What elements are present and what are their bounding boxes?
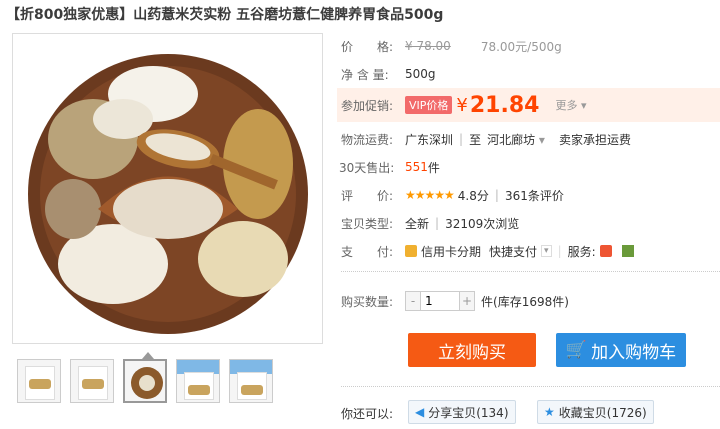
rating-row: 评 价: ★★★★★ 4.8分 | 361条评价 <box>341 185 564 205</box>
thumbnail-1[interactable] <box>17 359 61 403</box>
chevron-down-icon: ▾ <box>580 99 587 112</box>
decrease-button[interactable]: - <box>406 292 420 310</box>
sales-unit: 件 <box>427 160 440 175</box>
product-main-image[interactable] <box>12 33 323 344</box>
price-row: 价 格: ¥ 78.00 78.00元/500g <box>341 36 562 56</box>
quantity-label: 购买数量: <box>341 294 394 309</box>
favorite-button[interactable]: ★ 收藏宝贝(1726) <box>537 400 654 424</box>
quantity-unit: 件 <box>481 294 494 309</box>
sales-count: 551 <box>405 160 428 174</box>
shipping-destination-select[interactable]: 河北廊坊 ▾ <box>487 131 545 148</box>
thumbnail-3-selected[interactable] <box>123 359 167 403</box>
stock-count: (库存1698件) <box>493 294 569 309</box>
product-title: 【折800独家优惠】山药薏米芡实粉 五谷磨坊薏仁健脾养胃食品500g <box>6 7 444 23</box>
divider <box>341 271 720 272</box>
thumbnail-4[interactable] <box>176 359 220 403</box>
net-weight-value: 500g <box>405 67 436 81</box>
payment-row: 支 付: 信用卡分期 快捷支付 ▾ | 服务: <box>341 241 638 261</box>
item-condition: 全新 <box>405 216 430 231</box>
quantity-stepper[interactable]: - + <box>405 291 475 311</box>
promo-row: 参加促销: VIP价格 ¥ 21.84 更多 ▾ <box>341 92 586 118</box>
promo-currency: ¥ <box>456 94 468 116</box>
divider <box>341 386 720 387</box>
chevron-down-icon: ▾ <box>538 132 545 147</box>
price-label: 价 格: <box>341 39 394 54</box>
rating-label: 评 价: <box>341 188 394 203</box>
thumbnail-2[interactable] <box>70 359 114 403</box>
original-price: ¥ 78.00 <box>405 39 451 53</box>
more-promos-link[interactable]: 更多 ▾ <box>555 97 586 113</box>
promo-label: 参加促销: <box>341 98 394 113</box>
reviews-link[interactable]: 361条评价 <box>505 187 564 204</box>
thumbnail-5[interactable] <box>229 359 273 403</box>
item-type-label: 宝贝类型: <box>341 216 394 231</box>
net-weight-label: 净 含 量: <box>341 67 389 82</box>
credit-card-icon <box>405 245 417 257</box>
shipping-label: 物流运费: <box>341 132 394 147</box>
sales-row: 30天售出: 551 件 <box>339 157 440 177</box>
rating-stars: ★★★★★ <box>405 188 455 202</box>
share-button[interactable]: ◀ 分享宝贝(134) <box>408 400 516 424</box>
guarantee-7day-icon[interactable] <box>599 245 612 257</box>
star-icon: ★ <box>544 405 555 419</box>
shipping-to-prefix: 至 <box>469 132 482 147</box>
separator: | <box>459 132 464 146</box>
thumbnail-selected-indicator <box>142 352 154 359</box>
fast-pay-link[interactable]: 快捷支付 <box>489 243 537 260</box>
unit-price: 78.00元/500g <box>480 39 562 54</box>
shipping-fee: 卖家承担运费 <box>558 132 631 147</box>
quantity-input[interactable] <box>420 292 460 310</box>
credit-installment-link[interactable]: 信用卡分期 <box>421 243 481 260</box>
product-photo <box>13 34 322 343</box>
separator: | <box>557 244 562 258</box>
shipping-row: 物流运费: 广东深圳 | 至 河北廊坊 ▾ 卖家承担运费 <box>341 129 631 149</box>
net-weight-row: 净 含 量: 500g <box>341 64 436 84</box>
separator: | <box>435 216 440 230</box>
payment-label: 支 付: <box>341 244 394 259</box>
add-to-cart-button[interactable]: 🛒 加入购物车 <box>556 333 686 367</box>
item-type-row: 宝贝类型: 全新 | 32109次浏览 <box>341 213 519 233</box>
payment-more-icon[interactable]: ▾ <box>541 245 552 257</box>
sales-label: 30天售出: <box>339 160 395 175</box>
share-label: 你还可以: <box>341 407 394 421</box>
service-badge-icon[interactable] <box>621 245 634 257</box>
thumbnail-strip <box>17 359 273 403</box>
buy-now-button[interactable]: 立刻购买 <box>408 333 536 367</box>
cart-icon: 🛒 <box>565 340 588 360</box>
view-count: 32109次浏览 <box>445 216 520 231</box>
rating-score: 4.8分 <box>457 188 489 203</box>
service-label: 服务: <box>567 244 596 259</box>
increase-button[interactable]: + <box>460 292 474 310</box>
quantity-row: 购买数量: - + 件 (库存1698件) <box>341 291 569 311</box>
shipping-origin: 广东深圳 <box>405 132 454 147</box>
share-icon: ◀ <box>415 405 425 419</box>
vip-badge: VIP价格 <box>405 96 453 114</box>
promo-price: 21.84 <box>469 92 540 118</box>
separator: | <box>494 188 499 202</box>
